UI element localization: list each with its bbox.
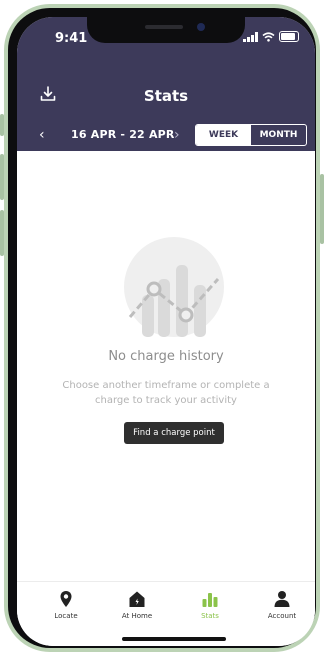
status-time: 9:41 [55,31,88,46]
side-button [320,174,324,244]
side-button [0,114,4,136]
empty-chart-illustration [124,237,224,337]
screen: 9:41 Stats ‹ 16 APR - 22 APR › WEEK MONT… [17,17,315,646]
page-title: Stats [143,87,189,105]
tab-label: Locate [54,612,78,620]
tab-label: Account [267,612,297,620]
location-pin-icon [60,591,72,607]
status-icons [243,31,299,42]
side-button [0,210,4,256]
chevron-right-icon[interactable]: › [174,127,180,143]
phone-frame: 9:41 Stats ‹ 16 APR - 22 APR › WEEK MONT… [0,4,324,652]
empty-state-description: Choose another timeframe or complete a c… [62,380,270,406]
camera-icon [197,23,205,31]
tab-at-home[interactable]: At Home [107,590,167,620]
app-header: 9:41 Stats ‹ 16 APR - 22 APR › WEEK MONT… [17,17,315,151]
date-range-label: 16 APR - 22 APR [71,128,175,141]
notch [87,17,245,43]
speaker [145,25,183,29]
wifi-icon [262,31,275,42]
period-toggle: WEEK MONTH [195,124,307,146]
date-navigator: ‹ 16 APR - 22 APR › WEEK MONTH [17,121,315,147]
bar-chart-icon [202,593,218,607]
tab-label: At Home [121,612,153,620]
empty-state-title: No charge history [108,349,224,364]
side-button [0,154,4,200]
person-icon [274,591,290,607]
signal-icon [243,31,258,42]
tab-label: Stats [201,612,219,620]
tab-stats[interactable]: Stats [180,590,240,620]
chevron-left-icon[interactable]: ‹ [39,127,45,143]
home-indicator [122,637,226,641]
tab-account[interactable]: Account [252,590,312,620]
tab-locate[interactable]: Locate [36,590,96,620]
toggle-month[interactable]: MONTH [251,125,306,145]
toggle-week[interactable]: WEEK [196,125,251,145]
battery-icon [279,31,299,42]
home-icon [129,591,145,607]
find-charge-point-button[interactable]: Find a charge point [124,422,224,444]
